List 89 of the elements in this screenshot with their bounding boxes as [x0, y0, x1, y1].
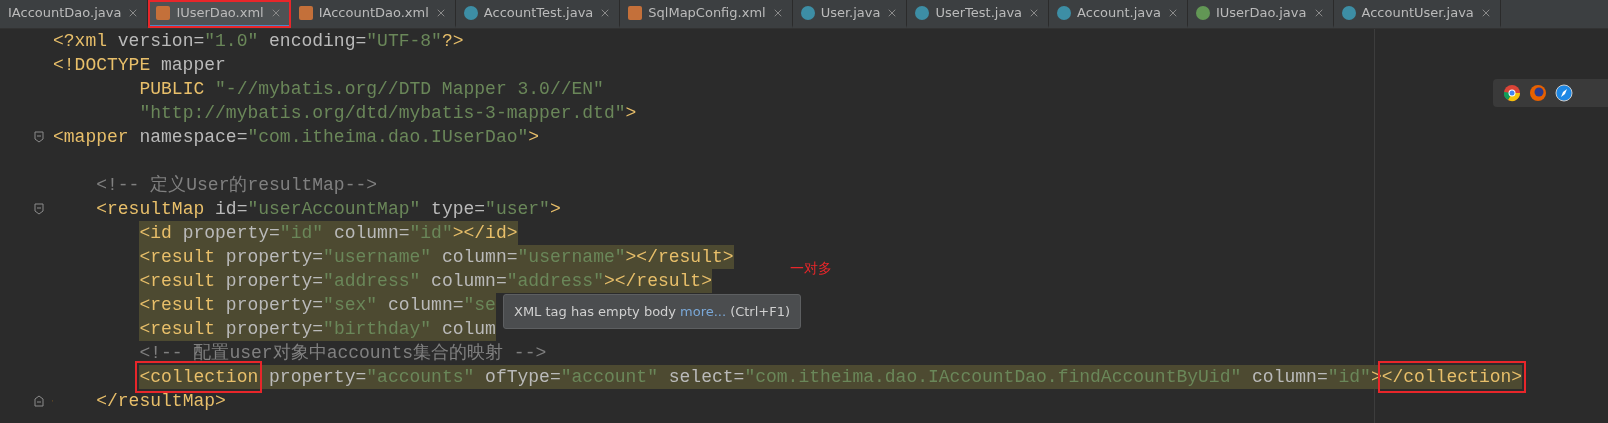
code-token: <?xml — [53, 30, 107, 53]
code-token: id= — [214, 198, 248, 221]
xml-file-icon — [628, 5, 643, 20]
fold-icon[interactable] — [34, 203, 44, 215]
browser-icon[interactable] — [1503, 84, 1521, 102]
tab-label: SqlMapConfig.xml — [648, 5, 766, 20]
code-token: "UTF-8" — [366, 30, 442, 53]
code-token: property= — [224, 294, 324, 317]
test-class-icon — [463, 5, 478, 20]
code-token: property= — [268, 366, 367, 389]
test-class-icon — [915, 5, 930, 20]
code-token: property= — [224, 270, 324, 293]
code-token: PUBLIC — [139, 78, 205, 101]
code-token: column= — [440, 246, 518, 269]
code-token: column= — [430, 270, 507, 293]
code-comment: <!-- 定义User的resultMap--> — [96, 174, 378, 197]
code-token: "com.itheima.dao.IAccountDao.findAccountByUid" — [744, 366, 1242, 389]
code-token: <mapper — [53, 126, 129, 149]
code-token: "com.itheima.dao.IUserDao" — [247, 126, 529, 149]
code-token: "-//mybatis.org//DTD Mapper 3.0//EN" — [214, 78, 604, 101]
browser-icon[interactable] — [1555, 84, 1573, 102]
tooltip-message: XML tag has empty body — [514, 304, 677, 319]
interface-icon — [1195, 5, 1210, 20]
code-token: "sex" — [323, 294, 378, 317]
tab-label: IUserDao.java — [1215, 5, 1307, 20]
annotation-note: 一对多 — [790, 260, 832, 278]
tab-label: AccountTest.java — [483, 5, 594, 20]
code-token: encoding= — [268, 30, 367, 53]
code-token: <result — [139, 294, 216, 317]
editor-tab[interactable]: IUserDao.xml — [148, 0, 291, 28]
code-token: "username" — [323, 246, 432, 269]
code-token: "userAccountMap" — [247, 198, 421, 221]
code-token: > — [625, 102, 637, 125]
code-token: colum — [440, 318, 496, 341]
code-token: ></result> — [603, 270, 712, 293]
code-token: version= — [116, 30, 205, 53]
code-token: "account" — [560, 366, 658, 389]
code-token: mapper — [160, 54, 226, 77]
code-token: <result — [139, 270, 216, 293]
code-token: "se — [463, 294, 496, 317]
code-token: > — [528, 126, 540, 149]
code-token: "http://mybatis.org/dtd/mybatis-3-mapper.dtd" — [139, 102, 626, 125]
code-token: <!DOCTYPE — [53, 54, 151, 77]
code-token: column= — [332, 222, 410, 245]
code-token: property= — [181, 222, 280, 245]
fold-icon[interactable] — [34, 131, 44, 143]
code-token: </resultMap> — [96, 390, 226, 413]
xml-file-icon — [156, 5, 171, 20]
tab-label: UserTest.java — [935, 5, 1023, 20]
code-token: ></result> — [625, 246, 734, 269]
code-token: property= — [224, 246, 324, 269]
code-token: "id" — [1327, 366, 1371, 389]
code-token: "id" — [409, 222, 453, 245]
class-icon — [800, 5, 815, 20]
code-token: "1.0" — [204, 30, 259, 53]
tab-label: User.java — [820, 5, 881, 20]
code-token: "accounts" — [366, 366, 475, 389]
code-token: <result — [139, 318, 216, 341]
tab-label: IUserDao.xml — [176, 5, 264, 20]
code-token: "birthday" — [323, 318, 432, 341]
code-token: "id" — [279, 222, 324, 245]
code-token: column= — [386, 294, 464, 317]
code-token: "address" — [323, 270, 421, 293]
code-token: > — [549, 198, 561, 221]
code-token: ofType= — [484, 366, 561, 389]
code-token: <resultMap — [96, 198, 205, 221]
code-token: ></id> — [452, 222, 518, 245]
code-token: <id — [139, 222, 172, 245]
code-token: namespace= — [138, 126, 248, 149]
tab-label: IAccountDao.xml — [318, 5, 429, 20]
class-icon — [1057, 5, 1072, 20]
code-token: property= — [224, 318, 324, 341]
tab-label: Account.java — [1077, 5, 1161, 20]
shortcut-hint: (Ctrl+F1) — [730, 304, 791, 319]
code-token: <result — [139, 246, 216, 269]
code-token: "user" — [485, 198, 550, 221]
code-token: ?> — [441, 30, 464, 53]
code-token: select= — [667, 366, 745, 389]
code-token: column= — [1251, 366, 1328, 389]
fold-icon[interactable] — [34, 395, 44, 407]
code-token: "username" — [517, 246, 626, 269]
more-link[interactable]: more... — [680, 304, 727, 319]
code-token: type= — [430, 198, 486, 221]
tab-label: IAccountDao.java — [8, 5, 122, 20]
code-token: "address" — [506, 270, 604, 293]
class-icon — [1341, 5, 1356, 20]
code-comment: <!-- 配置user对象中accounts集合的映射 --> — [139, 342, 547, 365]
xml-file-icon — [298, 5, 313, 20]
tab-label: AccountUser.java — [1361, 5, 1474, 20]
